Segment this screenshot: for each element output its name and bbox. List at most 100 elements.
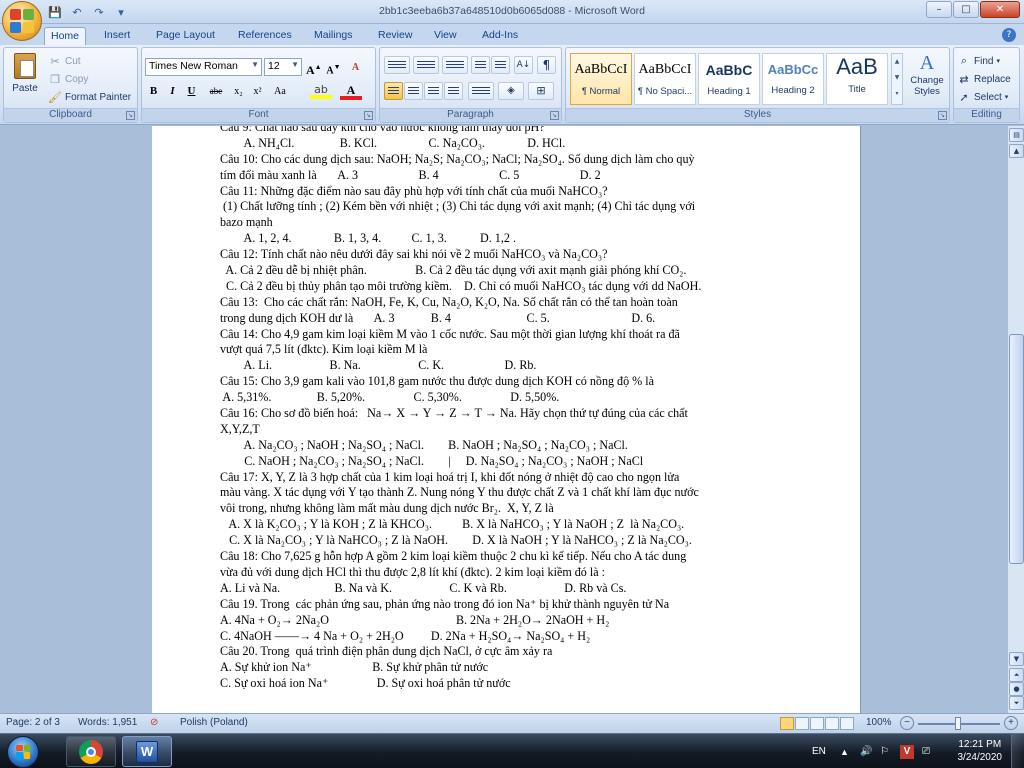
page-count[interactable]: Page: 2 of 3 bbox=[6, 717, 60, 728]
document-line[interactable]: Câu 20. Trong quá trình điện phân dung d… bbox=[220, 644, 790, 660]
document-page[interactable]: Câu 9: Chất nào sau đây khi cho vào nước… bbox=[152, 126, 860, 713]
document-line[interactable]: bazo mạnh bbox=[220, 215, 790, 231]
justify-button[interactable] bbox=[444, 82, 463, 100]
scroll-thumb[interactable] bbox=[1009, 334, 1024, 564]
word-count[interactable]: Words: 1,951 bbox=[78, 717, 137, 728]
zoom-level[interactable]: 100% bbox=[866, 717, 892, 728]
clear-formatting-button[interactable]: A bbox=[347, 58, 364, 76]
tab-home[interactable]: Home bbox=[44, 27, 87, 45]
previous-page-button[interactable]: ⏶ bbox=[1009, 668, 1024, 682]
document-line[interactable]: A. NH₄Cl. B. KCl. C. Na₂CO₃. D. HCl. bbox=[220, 136, 790, 152]
document-line[interactable]: X,Y,Z,T bbox=[220, 422, 790, 438]
zoom-out-button[interactable]: − bbox=[900, 716, 914, 730]
document-line[interactable]: C. X là Na₂CO₃ ; Y là NaHCO₃ ; Z là NaOH… bbox=[220, 533, 790, 549]
document-line[interactable]: A. Li. B. Na. C. K. D. Rb. bbox=[220, 358, 790, 374]
borders-button[interactable]: ⊞ bbox=[528, 82, 554, 100]
outline-view-icon[interactable] bbox=[825, 717, 839, 730]
style-no-spacing[interactable]: AaBbCcI ¶ No Spaci... bbox=[634, 53, 696, 105]
bullets-button[interactable] bbox=[384, 56, 410, 74]
show-hidden-icons[interactable]: ▲ bbox=[840, 734, 849, 768]
print-layout-view-icon[interactable] bbox=[780, 717, 794, 730]
style-heading-1[interactable]: AaBbC Heading 1 bbox=[698, 53, 760, 105]
subscript-button[interactable]: x₂ bbox=[230, 82, 247, 100]
draft-view-icon[interactable] bbox=[840, 717, 854, 730]
document-workspace[interactable]: Câu 9: Chất nào sau đây khi cho vào nước… bbox=[0, 126, 1007, 713]
volume-icon[interactable]: 🔊 bbox=[860, 734, 872, 768]
document-line[interactable]: C. NaOH ; Na₂CO₃ ; Na₂SO₄ ; NaCl. | D. N… bbox=[220, 454, 790, 470]
sort-button[interactable]: A↓ bbox=[514, 56, 533, 74]
replace-button[interactable]: ⇄ Replace bbox=[957, 70, 1010, 88]
language-indicator[interactable]: EN bbox=[812, 734, 826, 768]
document-line[interactable]: A. 1, 2, 4. B. 1, 3, 4. C. 1, 3. D. 1,2 … bbox=[220, 231, 790, 247]
document-line[interactable]: A. Sự khử ion Na⁺ B. Sự khử phân tử nước bbox=[220, 660, 790, 676]
styles-scroll[interactable]: ▲ ▼ ▾ bbox=[891, 53, 903, 105]
full-screen-reading-view-icon[interactable] bbox=[795, 717, 809, 730]
ruler-toggle-icon[interactable]: ▤ bbox=[1009, 128, 1024, 142]
copy-button[interactable]: ❐ Copy bbox=[48, 70, 88, 88]
show-desktop-button[interactable] bbox=[1011, 734, 1024, 768]
chrome-taskbar-button[interactable] bbox=[66, 736, 116, 767]
document-line[interactable]: Câu 19. Trong các phản ứng sau, phản ứng… bbox=[220, 597, 790, 613]
tab-view[interactable]: View bbox=[428, 27, 463, 45]
proofing-icon[interactable]: ⊘ bbox=[150, 717, 158, 728]
format-painter-button[interactable]: 🖌 Format Painter bbox=[48, 88, 131, 106]
document-text[interactable]: Câu 9: Chất nào sau đây khi cho vào nước… bbox=[220, 126, 790, 692]
cut-button[interactable]: ✂ Cut bbox=[48, 52, 80, 70]
document-line[interactable]: Câu 14: Cho 4,9 gam kim loại kiềm M vào … bbox=[220, 327, 790, 343]
antivirus-icon[interactable]: V bbox=[900, 734, 914, 768]
change-case-button[interactable]: Aa bbox=[269, 82, 291, 100]
help-icon[interactable]: ? bbox=[1002, 28, 1016, 42]
strikethrough-button[interactable]: abe bbox=[204, 82, 228, 100]
document-line[interactable]: Câu 9: Chất nào sau đây khi cho vào nước… bbox=[220, 126, 790, 136]
web-layout-view-icon[interactable] bbox=[810, 717, 824, 730]
close-button[interactable]: ✕ bbox=[980, 1, 1020, 18]
styles-launcher-icon[interactable]: ↘ bbox=[938, 111, 947, 120]
document-line[interactable]: Câu 18: Cho 7,625 g hỗn hợp A gồm 2 kim … bbox=[220, 549, 790, 565]
document-line[interactable]: A. Li và Na. B. Na và K. C. K và Rb. D. … bbox=[220, 581, 790, 597]
font-size-combo[interactable]: 12 ▼ bbox=[264, 58, 302, 76]
style-title[interactable]: AaB Title bbox=[826, 53, 888, 105]
tab-review[interactable]: Review bbox=[372, 27, 418, 45]
language[interactable]: Polish (Poland) bbox=[180, 717, 248, 728]
next-page-button[interactable]: ⏷ bbox=[1009, 696, 1024, 710]
tab-add-ins[interactable]: Add-Ins bbox=[476, 27, 524, 45]
increase-indent-button[interactable] bbox=[491, 56, 510, 74]
minimize-button[interactable]: – bbox=[926, 1, 952, 18]
font-name-combo[interactable]: Times New Roman ▼ bbox=[145, 58, 262, 76]
paragraph-launcher-icon[interactable]: ↘ bbox=[550, 111, 559, 120]
document-line[interactable]: Câu 12: Tính chất nào nêu dưới đây sai k… bbox=[220, 247, 790, 263]
network-icon[interactable]: ⚐ bbox=[880, 734, 889, 768]
document-line[interactable]: trong dung dịch KOH dư là A. 3 B. 4 C. 5… bbox=[220, 311, 790, 327]
document-line[interactable]: A. 4Na + O₂→ 2Na₂O B. 2Na + 2H₂O→ 2NaOH … bbox=[220, 613, 790, 629]
document-line[interactable]: vừa đủ với dung dịch HCl thì thu được 2,… bbox=[220, 565, 790, 581]
document-line[interactable]: C. Cả 2 đều bị thủy phân tạo môi trường … bbox=[220, 279, 790, 295]
document-line[interactable]: tím đổi màu xanh là A. 3 B. 4 C. 5 D. 2 bbox=[220, 168, 790, 184]
align-right-button[interactable] bbox=[424, 82, 443, 100]
document-line[interactable]: A. Na₂CO₃ ; NaOH ; Na₂SO₄ ; NaCl. B. NaO… bbox=[220, 438, 790, 454]
start-button[interactable] bbox=[3, 734, 43, 768]
document-line[interactable]: Câu 15: Cho 3,9 gam kali vào 101,8 gam n… bbox=[220, 374, 790, 390]
system-clock[interactable]: 12:21 PM 3/24/2020 bbox=[958, 738, 1003, 764]
superscript-button[interactable]: x² bbox=[249, 82, 266, 100]
clipboard-launcher-icon[interactable]: ↘ bbox=[126, 111, 135, 120]
tab-references[interactable]: References bbox=[232, 27, 298, 45]
vertical-scrollbar[interactable]: ▤ ▲ ▼ ⏶ ● ⏷ bbox=[1007, 126, 1024, 713]
underline-button[interactable]: U bbox=[183, 82, 200, 100]
decrease-indent-button[interactable] bbox=[471, 56, 490, 74]
grow-font-button[interactable]: A▲ bbox=[305, 58, 322, 77]
document-line[interactable]: Câu 13: Cho các chất rắn: NaOH, Fe, K, C… bbox=[220, 295, 790, 311]
shading-button[interactable]: ◈ bbox=[498, 82, 524, 100]
show-formatting-button[interactable]: ¶ bbox=[537, 56, 556, 74]
highlight-button[interactable]: ab bbox=[310, 84, 332, 100]
document-line[interactable]: C. 4NaOH ——→ 4 Na + O₂ + 2H₂O D. 2Na + H… bbox=[220, 629, 790, 645]
document-line[interactable]: (1) Chất lưỡng tính ; (2) Kém bền với nh… bbox=[220, 199, 790, 215]
document-line[interactable]: A. Cả 2 đều dễ bị nhiệt phân. B. Cả 2 đề… bbox=[220, 263, 790, 279]
change-styles-button[interactable]: A Change Styles bbox=[906, 51, 948, 107]
action-center-icon[interactable]: ⎚ bbox=[922, 734, 930, 768]
scroll-up-button[interactable]: ▲ bbox=[1009, 144, 1024, 158]
document-line[interactable]: vượt quá 7,5 lít (đktc). Kim loại kiềm M… bbox=[220, 342, 790, 358]
select-button[interactable]: ➚ Select ▾ bbox=[957, 88, 1008, 106]
italic-button[interactable]: I bbox=[164, 82, 181, 100]
tab-insert[interactable]: Insert bbox=[98, 27, 136, 45]
line-spacing-button[interactable] bbox=[468, 82, 494, 100]
